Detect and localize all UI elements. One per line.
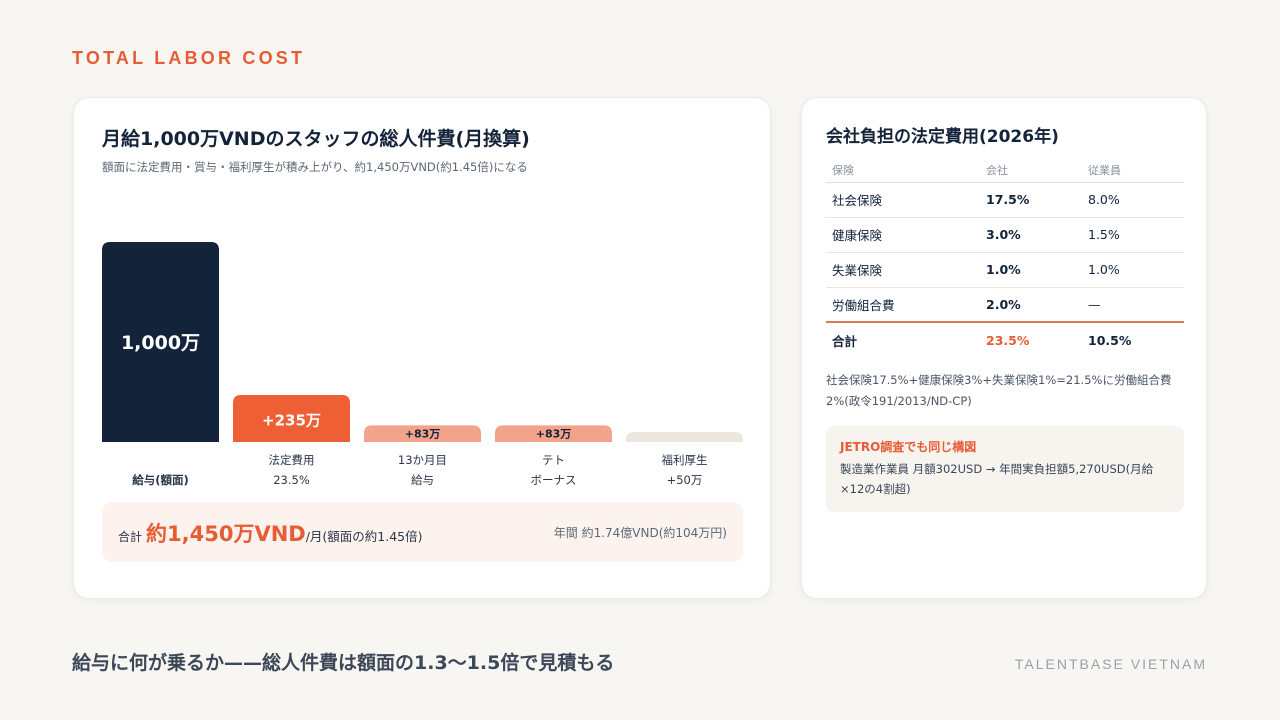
header-insurance: 保険	[826, 158, 980, 183]
company-rate: 2.0%	[980, 287, 1082, 323]
total-amount: 約1,450万VND	[146, 522, 306, 546]
bar-value-label: +235万	[262, 412, 321, 430]
callout-body: 製造業作業員 月額302USD → 年間実負担額5,270USD(月給×12の4…	[840, 462, 1154, 496]
labor-cost-chart-card: 月給1,000万VNDのスタッフの総人件費(月換算) 額面に法定費用・賞与・福利…	[73, 97, 771, 599]
total-monthly: 合計 約1,450万VND /月(額面の約1.45倍)	[118, 518, 423, 548]
table-row: 失業保険 1.0% 1.0%	[826, 252, 1184, 288]
insurance-name: 社会保険	[826, 182, 980, 218]
jetro-callout: JETRO調査でも同じ構図 製造業作業員 月額302USD → 年間実負担額5,…	[826, 426, 1184, 512]
table-row: 社会保険 17.5% 8.0%	[826, 182, 1184, 218]
eyebrow-label: TOTAL LABOR COST	[72, 48, 306, 68]
fees-note: 社会保険17.5%+健康保険3%+失業保険1%=21.5%に労働組合費2%(政令…	[826, 373, 1172, 408]
bar-value-label: +83万	[536, 428, 572, 441]
employee-rate: —	[1082, 287, 1184, 323]
category-label: テト	[542, 453, 565, 467]
bar-value-label: 1,000万	[121, 332, 200, 354]
employee-rate: 1.5%	[1082, 217, 1184, 253]
total-summary: 合計 約1,450万VND /月(額面の約1.45倍) 年間 約1.74億VND…	[102, 502, 743, 562]
header-employee: 従業員	[1082, 158, 1184, 183]
category-label: 法定費用	[269, 453, 315, 467]
cost-bar-chart: 1,000万給与(額面) +235万法定費用 23.5% +83万 13か月目給与 +83…	[102, 242, 743, 487]
insurance-name: 失業保険	[826, 252, 980, 288]
statutory-fees-card: 会社負担の法定費用(2026年) 保険 会社 従業員 社会保険 17.5% 8.…	[801, 97, 1207, 599]
company-rate: 17.5%	[980, 182, 1082, 218]
employee-rate: 8.0%	[1082, 182, 1184, 218]
total-annual: 年間 約1.74億VND(約104万円)	[553, 526, 727, 540]
category-sublabel: 23.5%	[273, 473, 310, 487]
insurance-name: 労働組合費	[826, 287, 980, 323]
category-label: 13か月目	[398, 453, 447, 467]
employee-rate: 1.0%	[1082, 252, 1184, 288]
insurance-name: 健康保険	[826, 217, 980, 253]
callout-title: JETRO調査でも同じ構図	[840, 440, 977, 454]
category-sublabel: 給与	[411, 473, 434, 487]
category-sublabel: +50万	[667, 473, 703, 487]
category-label: 福利厚生	[662, 453, 708, 467]
table-total-row: 合計 23.5% 10.5%	[826, 321, 1184, 358]
fees-table: 保険 会社 従業員 社会保険 17.5% 8.0% 健康保険 3.0% 1.5%…	[826, 158, 1184, 358]
category-label: 給与(額面)	[132, 473, 189, 487]
company-rate: 1.0%	[980, 252, 1082, 288]
table-row: 労働組合費 2.0% —	[826, 287, 1184, 323]
footer-message: 給与に何が乗るか——総人件費は額面の1.3〜1.5倍で見積もる	[72, 652, 615, 674]
total-label: 合計	[826, 321, 980, 358]
bar-4	[626, 432, 743, 442]
fees-title: 会社負担の法定費用(2026年)	[826, 127, 1059, 147]
total-unit: /月(額面の約1.45倍)	[305, 529, 423, 544]
total-employee-rate: 10.5%	[1082, 321, 1184, 358]
footer-brand: TALENTBASE VIETNAM	[1014, 656, 1207, 672]
fees-header-row: 保険 会社 従業員	[826, 158, 1184, 183]
table-row: 健康保険 3.0% 1.5%	[826, 217, 1184, 253]
header-company: 会社	[980, 158, 1082, 183]
bar-value-label: +83万	[405, 428, 441, 441]
category-sublabel: ボーナス	[531, 473, 577, 487]
total-company-rate: 23.5%	[980, 321, 1082, 358]
total-prefix: 合計	[118, 530, 143, 544]
company-rate: 3.0%	[980, 217, 1082, 253]
